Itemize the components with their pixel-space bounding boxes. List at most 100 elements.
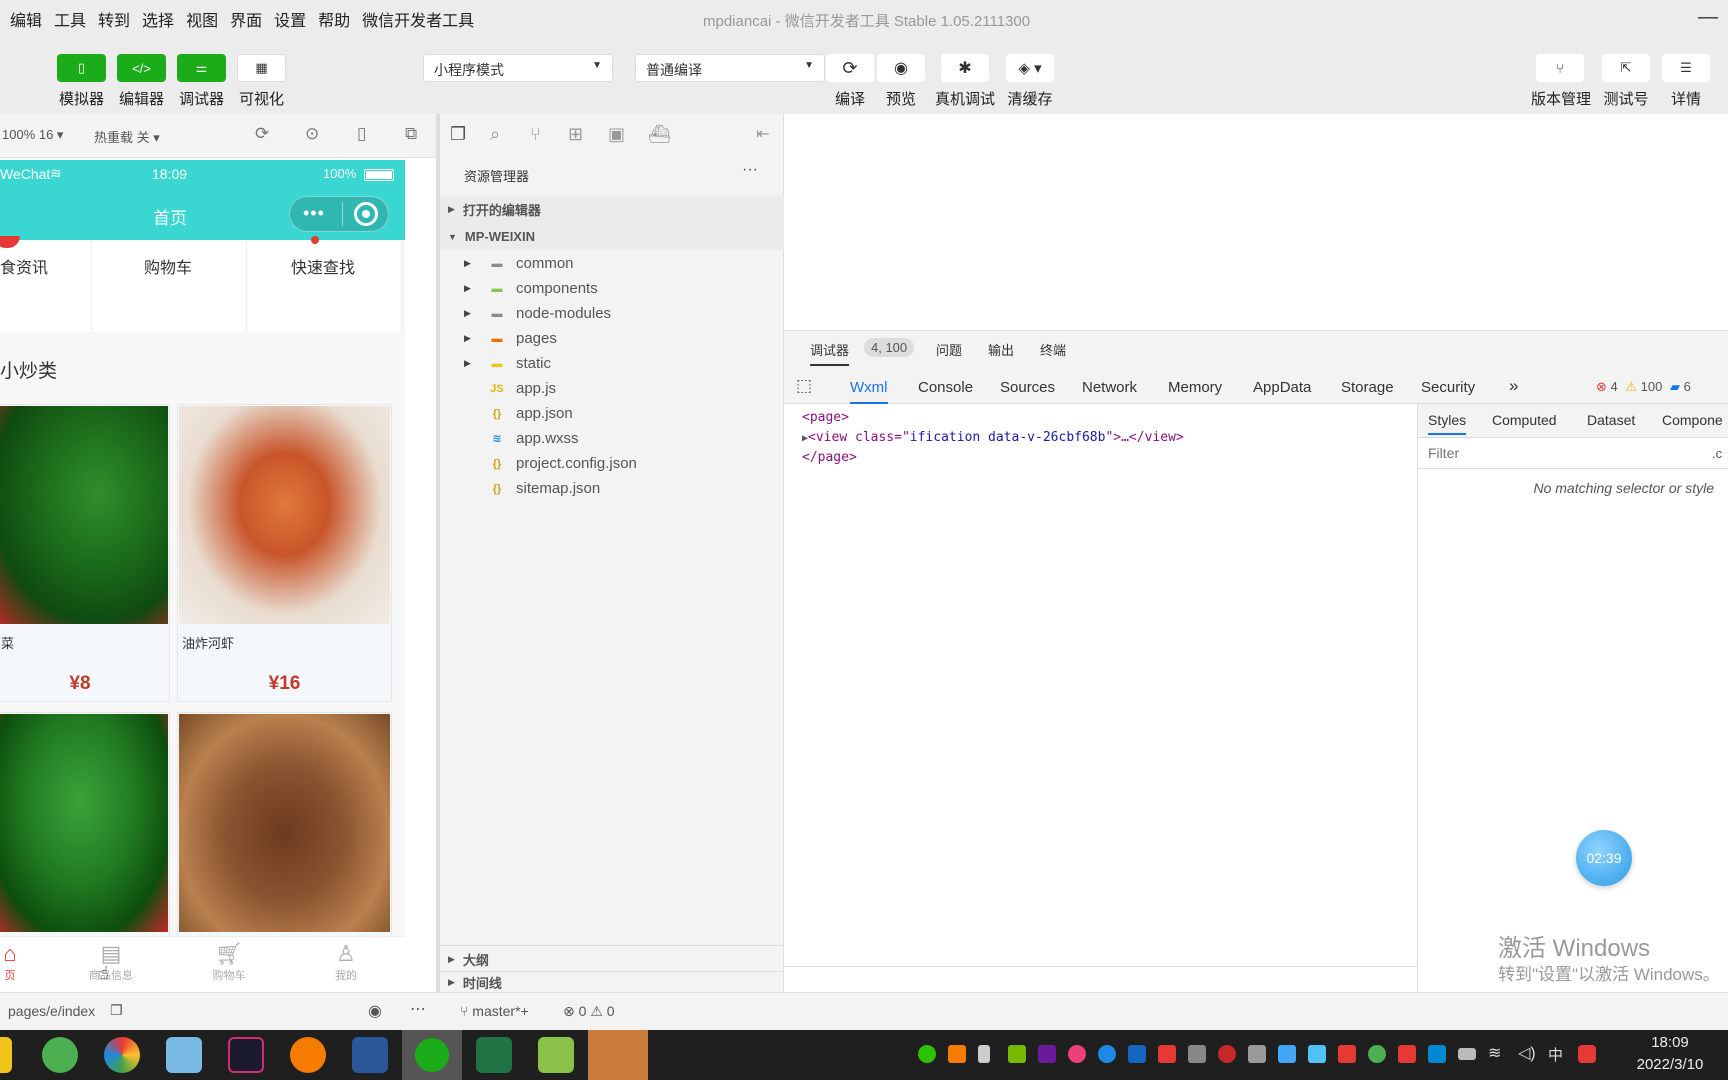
- intellij-icon[interactable]: [228, 1037, 264, 1073]
- tab-issues[interactable]: 问题: [936, 340, 962, 359]
- wechat-tray-icon[interactable]: [918, 1045, 936, 1063]
- folder-item[interactable]: ▶ ▬ node-modules: [440, 300, 784, 327]
- excel-icon[interactable]: [476, 1037, 512, 1073]
- tab-console[interactable]: Console: [918, 379, 973, 396]
- taskbar-clock[interactable]: 18:09: [1625, 1034, 1715, 1051]
- file-item[interactable]: JS app.js: [440, 375, 784, 402]
- files-icon[interactable]: ❐: [450, 124, 466, 145]
- wxml-node[interactable]: ▶<view class="ification data-v-26cbf68b"…: [802, 430, 1184, 445]
- ime-indicator[interactable]: 中: [1548, 1044, 1563, 1065]
- menu-select[interactable]: 选择: [136, 7, 180, 31]
- menu-settings[interactable]: 设置: [268, 7, 312, 31]
- tab-home[interactable]: ⌂ 页: [0, 941, 40, 983]
- category-item[interactable]: 食资讯: [0, 236, 92, 332]
- app-tray-icon[interactable]: [1398, 1045, 1416, 1063]
- test-account-button[interactable]: ⇱: [1602, 54, 1650, 82]
- copy-icon[interactable]: ❐: [110, 1002, 123, 1019]
- file-item[interactable]: {} app.json: [440, 400, 784, 427]
- compile-button[interactable]: ⟳: [826, 54, 874, 82]
- details-button[interactable]: ☰: [1662, 54, 1710, 82]
- tab-mine[interactable]: ♙ 我的: [316, 941, 376, 983]
- recording-timer[interactable]: 02:39: [1576, 830, 1632, 886]
- app-tray-icon[interactable]: [1428, 1045, 1446, 1063]
- browser-icon[interactable]: [42, 1037, 78, 1073]
- category-item[interactable]: 购物车: [92, 240, 247, 332]
- more-icon[interactable]: ···: [742, 161, 758, 179]
- app-tray-icon[interactable]: [1308, 1045, 1326, 1063]
- tab-component[interactable]: Compone: [1662, 412, 1723, 428]
- tab-sources[interactable]: Sources: [1000, 379, 1055, 396]
- usb-tray-icon[interactable]: [978, 1045, 990, 1063]
- word-icon[interactable]: [352, 1037, 388, 1073]
- tab-computed[interactable]: Computed: [1492, 412, 1557, 428]
- food-card[interactable]: 菜 ¥8: [0, 404, 170, 702]
- app-icon[interactable]: [0, 1037, 12, 1073]
- filter-class-toggle[interactable]: .c: [1712, 446, 1722, 461]
- search-tray-icon[interactable]: [948, 1045, 966, 1063]
- taskbar-date[interactable]: 2022/3/10: [1625, 1056, 1715, 1073]
- app-tray-icon[interactable]: [1158, 1045, 1176, 1063]
- minimize-button[interactable]: —: [1698, 6, 1718, 29]
- file-item[interactable]: {} project.config.json: [440, 450, 784, 477]
- collapse-panel-icon[interactable]: ⇤: [756, 124, 769, 144]
- tab-terminal[interactable]: 终端: [1040, 340, 1066, 359]
- tab-styles[interactable]: Styles: [1428, 412, 1467, 435]
- app-tray-icon[interactable]: [1218, 1045, 1236, 1063]
- preview-button[interactable]: ◉: [877, 54, 925, 82]
- styles-filter-input[interactable]: [1424, 440, 1700, 466]
- refresh-icon[interactable]: ⟳: [255, 124, 269, 144]
- tab-memory[interactable]: Memory: [1168, 379, 1222, 396]
- search-icon[interactable]: ⌕: [490, 124, 500, 145]
- battery-tray-icon[interactable]: [1458, 1048, 1476, 1060]
- compile-select[interactable]: 普通编译 ▼: [635, 54, 825, 82]
- zoom-select[interactable]: 100% 16 ▾: [2, 127, 63, 143]
- folder-item[interactable]: ▶ ▬ components: [440, 275, 784, 302]
- tab-security[interactable]: Security: [1421, 379, 1475, 396]
- outline-section[interactable]: ▶ 大纲: [440, 945, 784, 972]
- tab-dataset[interactable]: Dataset: [1587, 412, 1635, 428]
- ime-app-icon[interactable]: [1578, 1045, 1596, 1063]
- notepad-icon[interactable]: [166, 1037, 202, 1073]
- category-item[interactable]: 快速查找: [247, 236, 402, 332]
- more-tabs-button[interactable]: »: [1509, 376, 1518, 396]
- app-tray-icon[interactable]: [1068, 1045, 1086, 1063]
- timeline-section[interactable]: ▶ 时间线: [440, 971, 784, 992]
- wxml-node[interactable]: <page>: [802, 410, 849, 425]
- menu-wechat-devtools[interactable]: 微信开发者工具: [356, 7, 480, 31]
- close-miniprogram-icon[interactable]: [354, 202, 378, 226]
- app-tray-icon[interactable]: [1188, 1045, 1206, 1063]
- file-item[interactable]: {} sitemap.json: [440, 475, 784, 502]
- visual-toggle-button[interactable]: ▦: [237, 54, 286, 82]
- menu-tools[interactable]: 工具: [48, 7, 92, 31]
- git-icon[interactable]: ⑂: [530, 124, 541, 145]
- display-tray-icon[interactable]: [1278, 1045, 1296, 1063]
- phone-icon[interactable]: ▯: [357, 124, 366, 144]
- file-item[interactable]: ≋ app.wxss: [440, 425, 784, 452]
- tab-output[interactable]: 输出: [988, 340, 1014, 359]
- simulator-toggle-button[interactable]: ▯: [57, 54, 106, 82]
- menu-edit[interactable]: 编辑: [4, 7, 48, 31]
- menu-goto[interactable]: 转到: [92, 7, 136, 31]
- hotreload-select[interactable]: 热重载 关 ▾: [94, 127, 160, 146]
- window-icon[interactable]: ⧉: [405, 124, 417, 144]
- nvidia-tray-icon[interactable]: [1008, 1045, 1026, 1063]
- tab-debugger[interactable]: 调试器: [810, 340, 850, 366]
- tab-storage[interactable]: Storage: [1341, 379, 1394, 396]
- more-dots-icon[interactable]: •••: [303, 203, 325, 224]
- game-app-button[interactable]: [588, 1030, 648, 1080]
- food-card[interactable]: 油炸河虾 ¥16: [177, 404, 392, 702]
- extensions-icon[interactable]: ⊞: [568, 124, 583, 145]
- stop-icon[interactable]: ⊙: [305, 124, 319, 144]
- problems-indicator[interactable]: ⊗ 0 ⚠ 0: [563, 1003, 615, 1020]
- chrome-icon[interactable]: [104, 1037, 140, 1073]
- tab-appdata[interactable]: AppData: [1253, 379, 1311, 396]
- search-app-icon[interactable]: [290, 1037, 326, 1073]
- page-path[interactable]: pages/e/index: [8, 1003, 95, 1019]
- storage-icon[interactable]: ▣: [608, 124, 625, 145]
- tab-goods[interactable]: ▤ 商品信息: [81, 941, 141, 983]
- app-tray-icon[interactable]: [1098, 1045, 1116, 1063]
- git-branch[interactable]: ⑂ master*+: [460, 1003, 529, 1019]
- tool-icon[interactable]: [538, 1037, 574, 1073]
- wxml-node[interactable]: </page>: [802, 450, 857, 465]
- eye-icon[interactable]: ◉: [368, 1001, 382, 1021]
